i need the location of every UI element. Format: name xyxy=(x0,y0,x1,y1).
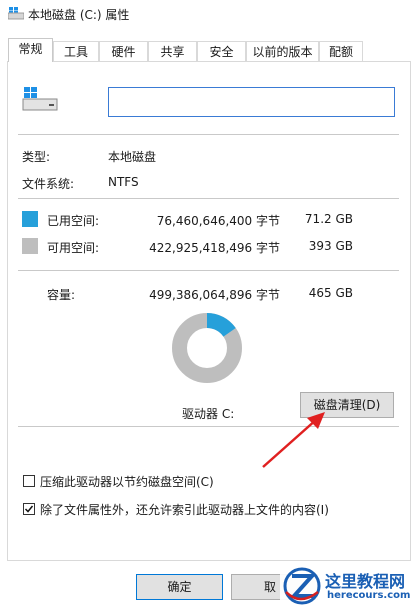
free-space-bytes: 422,925,418,496 字节 xyxy=(149,241,280,255)
drive-name-input[interactable] xyxy=(108,87,395,117)
capacity-label: 容量: xyxy=(47,288,76,302)
tab-previous-versions[interactable]: 以前的版本 xyxy=(246,41,319,61)
annotation-arrow-icon xyxy=(262,412,325,468)
tab-hardware[interactable]: 硬件 xyxy=(99,41,148,61)
drive-label: 驱动器 C: xyxy=(182,407,235,421)
index-label[interactable]: 除了文件属性外，还允许索引此驱动器上文件的内容(I) xyxy=(40,501,329,518)
tab-tools[interactable]: 工具 xyxy=(53,41,99,61)
drive-icon xyxy=(8,7,24,20)
filesystem-value: NTFS xyxy=(108,175,139,189)
disk-usage-donut xyxy=(172,313,242,383)
site-watermark-logo: 这里教程网 herecours.com xyxy=(280,562,417,609)
index-checkbox[interactable] xyxy=(23,503,35,515)
divider xyxy=(18,270,399,271)
title-bar: 本地磁盘 (C:) 属性 xyxy=(0,0,417,30)
tab-general[interactable]: 常规 xyxy=(8,38,53,62)
divider xyxy=(18,134,399,135)
used-space-label: 已用空间: xyxy=(47,214,100,228)
capacity-size: 465 GB xyxy=(308,286,353,300)
used-space-swatch xyxy=(22,211,38,227)
watermark-site: herecours.com xyxy=(327,590,411,601)
capacity-bytes: 499,386,064,896 字节 xyxy=(149,288,280,302)
used-space-size: 71.2 GB xyxy=(304,212,353,226)
type-label: 类型: xyxy=(22,150,51,164)
type-value: 本地磁盘 xyxy=(108,150,157,164)
watermark-brand: 这里教程网 xyxy=(325,572,406,591)
window-title: 本地磁盘 (C:) 属性 xyxy=(28,8,130,22)
tab-security[interactable]: 安全 xyxy=(197,41,246,61)
compress-label[interactable]: 压缩此驱动器以节约磁盘空间(C) xyxy=(40,473,214,490)
divider xyxy=(18,426,399,427)
free-space-size: 393 GB xyxy=(308,239,353,253)
tab-strip: 常规 工具 硬件 共享 安全 以前的版本 配额 xyxy=(0,38,417,62)
hard-drive-icon xyxy=(22,87,58,111)
tab-quota[interactable]: 配额 xyxy=(319,41,363,61)
used-space-bytes: 76,460,646,400 字节 xyxy=(156,214,280,228)
tab-sharing[interactable]: 共享 xyxy=(148,41,197,61)
filesystem-label: 文件系统: xyxy=(22,177,75,191)
check-mark-icon xyxy=(24,505,34,513)
free-space-swatch xyxy=(22,238,38,254)
divider xyxy=(18,198,399,199)
free-space-label: 可用空间: xyxy=(47,241,100,255)
ok-button[interactable]: 确定 xyxy=(136,574,223,600)
compress-checkbox[interactable] xyxy=(23,475,35,487)
